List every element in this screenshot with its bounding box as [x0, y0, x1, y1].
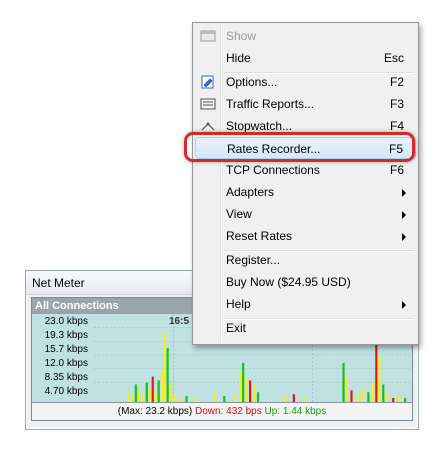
menu-item-exit[interactable]: Exit — [195, 317, 416, 339]
max-rate: (Max: 23.2 kbps) — [117, 406, 193, 417]
traffic-bar — [161, 370, 164, 402]
traffic-bar — [372, 382, 375, 402]
y-label: 19.3 kbps — [44, 330, 88, 341]
menu-item-register[interactable]: Register... — [195, 249, 416, 271]
submenu-arrow-icon — [402, 211, 406, 219]
traffic-bar — [242, 362, 245, 402]
menu-item-adapters[interactable]: Adapters — [195, 181, 416, 203]
menu-item-options[interactable]: Options... F2 — [195, 71, 416, 93]
traffic-bar — [154, 392, 157, 402]
menu-item-tcp-connections[interactable]: TCP Connections F6 — [195, 159, 416, 181]
menu-item-buy-now[interactable]: Buy Now ($24.95 USD) — [195, 271, 416, 293]
y-label: 4.70 kbps — [44, 386, 88, 397]
traffic-bar — [249, 380, 252, 402]
traffic-bar — [127, 392, 130, 402]
submenu-arrow-icon — [402, 301, 406, 309]
traffic-bar — [378, 355, 381, 402]
traffic-bar — [166, 348, 169, 402]
download-rate: Down: 432 bps — [195, 406, 262, 417]
submenu-arrow-icon — [402, 189, 406, 197]
traffic-bar — [375, 341, 378, 402]
status-bar: (Max: 23.2 kbps) Down: 432 bps Up: 1.44 … — [32, 402, 412, 420]
y-label: 15.7 kbps — [44, 344, 88, 355]
traffic-bar — [173, 394, 176, 402]
menu-item-show[interactable]: Show — [195, 25, 416, 47]
traffic-bar — [145, 382, 148, 402]
options-icon — [200, 74, 216, 90]
y-label: 12.0 kbps — [44, 358, 88, 369]
time-label: 16:5 — [169, 316, 190, 327]
menu-item-rates-recorder[interactable]: Rates Recorder... F5 — [195, 137, 416, 159]
traffic-bar — [233, 394, 236, 402]
menu-item-reset-rates[interactable]: Reset Rates — [195, 225, 416, 247]
traffic-bar — [239, 372, 242, 402]
y-label: 8.35 kbps — [44, 372, 88, 383]
traffic-bar — [292, 394, 295, 402]
traffic-bar — [245, 376, 248, 402]
window-icon — [200, 28, 216, 44]
traffic-bar — [141, 394, 144, 402]
traffic-bar — [350, 390, 353, 402]
traffic-bar — [163, 333, 166, 402]
menu-item-hide[interactable]: Hide Esc — [195, 47, 416, 69]
traffic-bar — [362, 388, 365, 402]
traffic-bar — [213, 392, 216, 402]
traffic-bar — [157, 380, 160, 402]
traffic-bar — [253, 384, 256, 402]
menu-item-stopwatch[interactable]: Stopwatch... F4 — [195, 115, 416, 137]
menu-item-help[interactable]: Help — [195, 293, 416, 315]
traffic-bar — [345, 376, 348, 402]
y-axis-labels: 23.0 kbps 19.3 kbps 15.7 kbps 12.0 kbps … — [32, 314, 92, 402]
traffic-bar — [137, 390, 140, 402]
traffic-bar — [382, 384, 385, 402]
y-label: 23.0 kbps — [44, 316, 88, 327]
menu-item-traffic-reports[interactable]: Traffic Reports... F3 — [195, 93, 416, 115]
upload-rate: Up: 1.44 kbps — [264, 406, 327, 417]
traffic-bar — [134, 384, 137, 402]
traffic-bar — [386, 394, 389, 402]
traffic-bar — [256, 392, 260, 402]
submenu-arrow-icon — [402, 233, 406, 241]
traffic-bar — [148, 388, 151, 402]
report-icon — [200, 96, 216, 112]
stopwatch-icon — [200, 118, 216, 134]
menu-item-view[interactable]: View — [195, 203, 416, 225]
traffic-bar — [169, 384, 172, 402]
context-menu: Show Hide Esc Options... F2 Traffic Repo… — [192, 22, 419, 345]
traffic-bar — [356, 394, 359, 402]
traffic-bar — [367, 392, 370, 402]
traffic-bar — [151, 376, 154, 402]
traffic-bar — [342, 362, 345, 402]
